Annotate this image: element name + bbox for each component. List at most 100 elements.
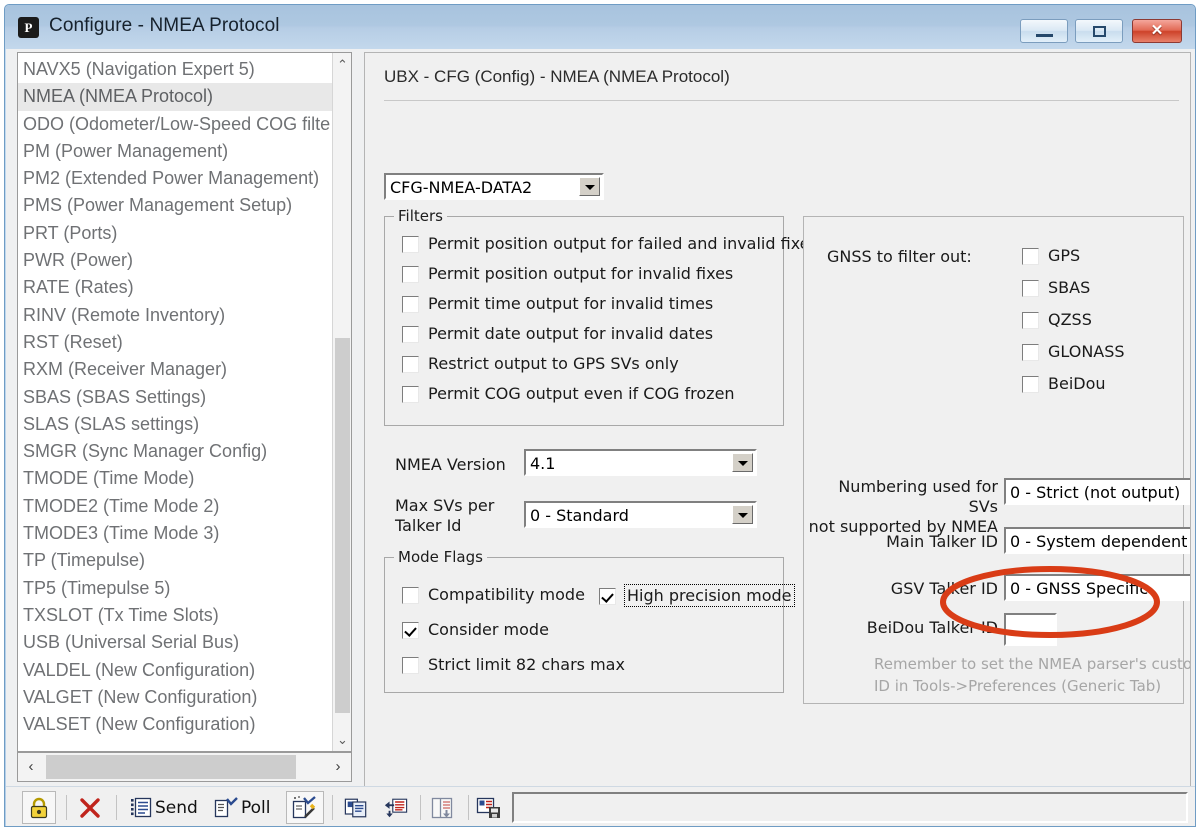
checkbox-box[interactable] [599, 588, 616, 605]
checkbox-compatibility-mode[interactable]: Compatibility mode [402, 585, 585, 604]
list-item[interactable]: RST (Reset) [18, 329, 334, 356]
checkbox-box[interactable] [402, 356, 419, 373]
list-item[interactable]: PM2 (Extended Power Management) [18, 165, 334, 192]
list-item[interactable]: SMGR (Sync Manager Config) [18, 438, 334, 465]
toolbar-text-field[interactable] [512, 792, 1188, 823]
list-item[interactable]: TP (Timepulse) [18, 547, 334, 574]
filters-checkbox-row[interactable]: Permit COG output even if COG frozen [402, 384, 735, 403]
beidou-talker-input[interactable] [1004, 613, 1057, 646]
list-item[interactable]: NAVX5 (Navigation Expert 5) [18, 56, 334, 83]
checkbox-box[interactable] [402, 296, 419, 313]
list-item[interactable]: ODO (Odometer/Low-Speed COG filte [18, 111, 334, 138]
lock-button[interactable] [22, 791, 56, 824]
gnss-checkbox-row[interactable]: SBAS [1022, 278, 1090, 297]
window-title: Configure - NMEA Protocol [49, 15, 280, 36]
configure-window: P Configure - NMEA Protocol ✕ NAVX5 (Nav… [4, 4, 1196, 827]
message-select-value: CFG-NMEA-DATA2 [390, 178, 533, 197]
gnss-checkbox-row[interactable]: QZSS [1022, 310, 1092, 329]
checkbox-box[interactable] [402, 326, 419, 343]
list-item[interactable]: VALDEL (New Configuration) [18, 657, 334, 684]
list-item[interactable]: TP5 (Timepulse 5) [18, 575, 334, 602]
list-item[interactable]: VALSET (New Configuration) [18, 711, 334, 738]
checkbox-box[interactable] [402, 236, 419, 253]
filters-checkbox-row[interactable]: Permit position output for failed and in… [402, 234, 818, 253]
gnss-checkbox-row[interactable]: GLONASS [1022, 342, 1125, 361]
checkbox-box[interactable] [402, 266, 419, 283]
nmea-version-combo[interactable]: 4.1 [524, 449, 757, 476]
checkbox-box[interactable] [1022, 248, 1039, 265]
clear-button[interactable] [74, 791, 106, 824]
gsv-talker-combo[interactable]: 0 - GNSS Specific [1004, 574, 1190, 601]
export-button[interactable] [426, 791, 458, 824]
copy-message-button[interactable] [340, 791, 372, 824]
list-item[interactable]: RATE (Rates) [18, 274, 334, 301]
client-area: NAVX5 (Navigation Expert 5) NMEA (NMEA Pr… [6, 49, 1195, 826]
maximize-button[interactable] [1075, 19, 1123, 43]
gsv-talker-value: 0 - GNSS Specific [1010, 579, 1149, 598]
checkbox-box[interactable] [1022, 280, 1039, 297]
send-button[interactable]: Send [126, 791, 202, 824]
beidou-talker-label: BeiDou Talker ID [866, 618, 998, 637]
message-list-vertical-scrollbar[interactable]: ⌃ ⌄ [332, 53, 351, 751]
list-item[interactable]: SBAS (SBAS Settings) [18, 384, 334, 411]
message-select-combo[interactable]: CFG-NMEA-DATA2 [384, 173, 604, 200]
filters-checkbox-row[interactable]: Permit time output for invalid times [402, 294, 713, 313]
checkbox-box[interactable] [402, 622, 419, 639]
close-button[interactable]: ✕ [1132, 19, 1182, 43]
toolbar-separator [332, 795, 333, 820]
toolbar-separator [66, 795, 67, 820]
chevron-down-icon[interactable] [579, 177, 600, 196]
filters-checkbox-row[interactable]: Restrict output to GPS SVs only [402, 354, 679, 373]
poll-wizard-button[interactable] [286, 791, 324, 824]
filters-checkbox-row[interactable]: Permit date output for invalid dates [402, 324, 713, 343]
checkbox-high-precision-mode[interactable]: High precision mode [599, 584, 795, 607]
checkbox-box[interactable] [402, 587, 419, 604]
filters-group: Filters Permit position output for faile… [384, 207, 818, 426]
chevron-down-icon[interactable] [732, 453, 753, 472]
list-item[interactable]: PRT (Ports) [18, 220, 334, 247]
list-item[interactable]: TMODE2 (Time Mode 2) [18, 493, 334, 520]
minimize-button[interactable] [1020, 19, 1068, 43]
gnss-checkbox-row[interactable]: GPS [1022, 246, 1080, 265]
list-item[interactable]: RXM (Receiver Manager) [18, 356, 334, 383]
scroll-right-icon[interactable]: › [325, 753, 351, 781]
checkbox-box[interactable] [1022, 312, 1039, 329]
list-item[interactable]: RINV (Remote Inventory) [18, 302, 334, 329]
checkbox-box[interactable] [1022, 344, 1039, 361]
list-item[interactable]: USB (Universal Serial Bus) [18, 629, 334, 656]
main-talker-label: Main Talker ID [886, 532, 998, 551]
list-item[interactable]: SLAS (SLAS settings) [18, 411, 334, 438]
list-item[interactable]: TXSLOT (Tx Time Slots) [18, 602, 334, 629]
save-button[interactable] [472, 791, 506, 824]
max-svs-combo[interactable]: 0 - Standard [524, 501, 757, 528]
import-button[interactable] [380, 791, 412, 824]
list-item[interactable]: PMS (Power Management Setup) [18, 192, 334, 219]
checkbox-box[interactable] [1022, 376, 1039, 393]
scroll-left-icon[interactable]: ‹ [18, 753, 44, 781]
numbering-combo[interactable]: 0 - Strict (not output) [1004, 478, 1190, 505]
list-item[interactable]: TMODE3 (Time Mode 3) [18, 520, 334, 547]
list-item[interactable]: PM (Power Management) [18, 138, 334, 165]
checkbox-box[interactable] [402, 386, 419, 403]
gnss-checkbox-row[interactable]: BeiDou [1022, 374, 1106, 393]
list-item[interactable]: NMEA (NMEA Protocol) [18, 83, 334, 111]
checkbox-box[interactable] [402, 657, 419, 674]
checkbox-strict-limit[interactable]: Strict limit 82 chars max [402, 655, 625, 674]
filters-checkbox-row[interactable]: Permit position output for invalid fixes [402, 264, 733, 283]
chevron-down-icon[interactable] [732, 505, 753, 524]
poll-button[interactable]: Poll [210, 791, 275, 824]
message-list[interactable]: NAVX5 (Navigation Expert 5) NMEA (NMEA Pr… [17, 52, 352, 752]
list-item[interactable]: VALGET (New Configuration) [18, 684, 334, 711]
scroll-up-icon[interactable]: ⌃ [333, 55, 351, 74]
scroll-down-icon[interactable]: ⌄ [333, 730, 351, 749]
list-item[interactable]: TMODE (Time Mode) [18, 465, 334, 492]
copy-message-icon [344, 798, 367, 817]
list-item[interactable]: PWR (Power) [18, 247, 334, 274]
main-talker-combo[interactable]: 0 - System dependent [1004, 527, 1190, 554]
vertical-scroll-thumb[interactable] [335, 338, 350, 713]
poll-label: Poll [241, 797, 271, 818]
message-list-horizontal-scrollbar[interactable]: ‹ › [17, 752, 352, 782]
horizontal-scroll-thumb[interactable] [46, 755, 296, 779]
checkbox-consider-mode[interactable]: Consider mode [402, 620, 549, 639]
max-svs-label-line2: Talker Id [395, 516, 462, 535]
